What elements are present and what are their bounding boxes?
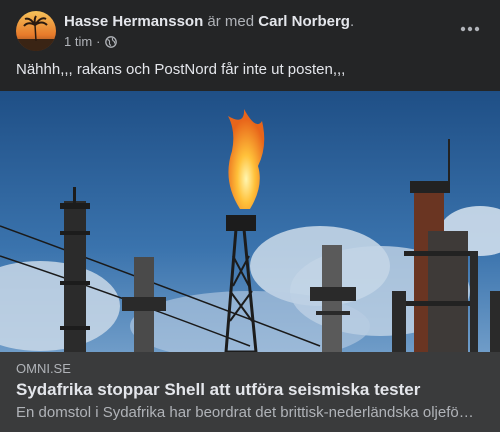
with-text: är med	[207, 13, 255, 30]
feed-post: Hasse Hermansson är med Carl Norberg. 1 …	[0, 0, 500, 432]
link-preview[interactable]: OMNI.SE Sydafrika stoppar Shell att utfö…	[0, 352, 500, 432]
link-domain: OMNI.SE	[16, 361, 71, 376]
link-preview-image[interactable]	[0, 91, 500, 352]
post-text: Nähhh,,, rakans och PostNord får inte ut…	[16, 61, 346, 78]
globe-icon[interactable]	[104, 35, 117, 48]
more-options-icon[interactable]	[456, 15, 484, 43]
post-meta: 1 tim ·	[64, 34, 117, 49]
link-title[interactable]: Sydafrika stoppar Shell att utföra seism…	[16, 380, 420, 400]
post-header: Hasse Hermansson är med Carl Norberg. 1 …	[16, 11, 484, 53]
tagged-name[interactable]: Carl Norberg	[258, 13, 350, 30]
tagged-suffix: .	[349, 13, 355, 30]
author-name[interactable]: Hasse Hermansson	[64, 13, 203, 30]
link-description: En domstol i Sydafrika har beordrat det …	[16, 404, 474, 421]
avatar[interactable]	[16, 11, 56, 51]
post-attribution: Hasse Hermansson är med Carl Norberg.	[64, 13, 354, 30]
post-timestamp[interactable]: 1 tim	[64, 34, 92, 49]
meta-separator: ·	[96, 34, 101, 49]
